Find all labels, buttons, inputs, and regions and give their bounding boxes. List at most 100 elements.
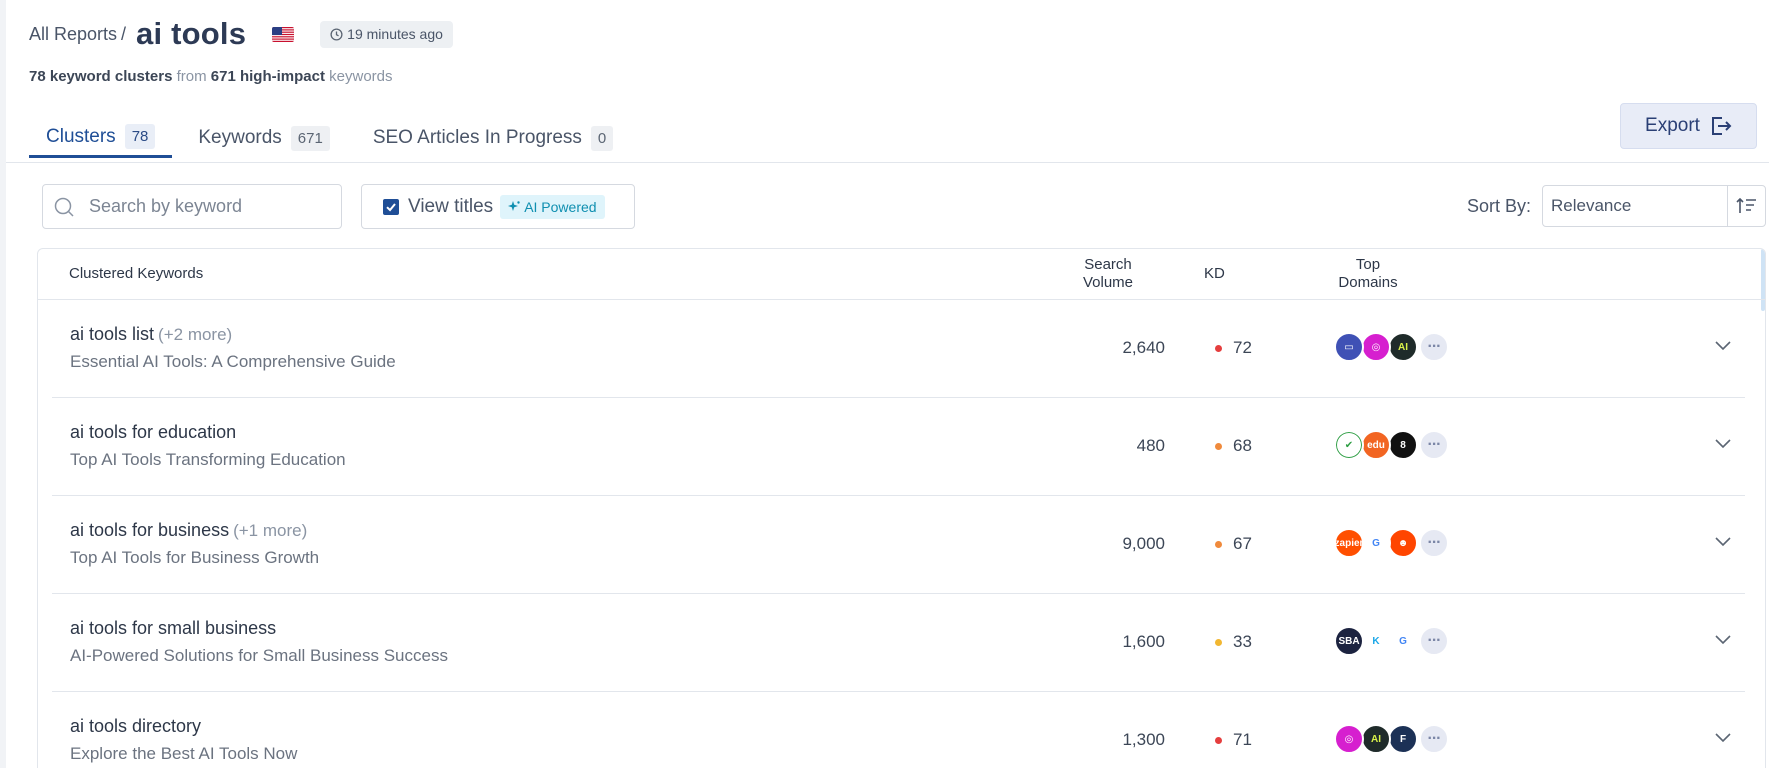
keyword-difficulty: 67 bbox=[1215, 534, 1252, 554]
keyword-difficulty: 72 bbox=[1215, 338, 1252, 358]
domain-favicon-icon[interactable]: F bbox=[1388, 724, 1418, 754]
chevron-down-icon[interactable] bbox=[1715, 730, 1731, 748]
page: All Reports / ai tools 19 minutes ago 78… bbox=[0, 0, 1769, 768]
search-volume: 2,640 bbox=[1122, 338, 1165, 357]
more-keywords-count: (+1 more) bbox=[233, 521, 308, 540]
cluster-keyword[interactable]: ai tools for small business bbox=[70, 618, 280, 639]
table-row[interactable]: ai tools list (+2 more) Essential AI Tools… bbox=[52, 300, 1745, 398]
search-volume: 1,600 bbox=[1122, 632, 1165, 651]
domain-favicon-icon[interactable]: ☻ bbox=[1388, 528, 1418, 558]
export-icon bbox=[1711, 117, 1732, 135]
table-row[interactable]: ai tools for business (+1 more) Top AI Too… bbox=[52, 496, 1745, 594]
cluster-title: Essential AI Tools: A Comprehensive Guid… bbox=[70, 352, 396, 371]
cluster-keyword[interactable]: ai tools for business (+1 more) bbox=[70, 520, 307, 541]
tab-count: 671 bbox=[290, 125, 330, 151]
sort-label: Sort By: bbox=[1467, 196, 1532, 216]
domain-favicon-icon[interactable]: 8 bbox=[1388, 430, 1418, 460]
domain-favicon-icon[interactable]: G bbox=[1388, 626, 1418, 656]
page-title: ai tools bbox=[136, 16, 247, 51]
summary-from: from bbox=[176, 68, 207, 85]
domain-favicon-icon[interactable]: SBA bbox=[1334, 626, 1364, 656]
kd-indicator-dot bbox=[1215, 736, 1222, 744]
keyword-text: ai tools for small business bbox=[70, 618, 277, 638]
table-row[interactable]: ai tools for education Top AI Tools Trans… bbox=[52, 398, 1745, 496]
header-search-volume[interactable]: Search Volume bbox=[1068, 256, 1148, 292]
sort-select[interactable]: Relevance bbox=[1542, 185, 1766, 227]
summary-clusters: 78 keyword clusters bbox=[29, 68, 173, 85]
summary-line: 78 keyword clusters from 671 high-impact… bbox=[29, 68, 393, 85]
chevron-down-icon[interactable] bbox=[1715, 632, 1731, 650]
search-input[interactable] bbox=[89, 196, 319, 217]
tab-divider bbox=[6, 162, 1769, 163]
more-domains-icon[interactable]: ··· bbox=[1419, 528, 1449, 558]
summary-suffix: keywords bbox=[329, 68, 393, 85]
table-row[interactable]: ai tools directory Explore the Best AI To… bbox=[52, 692, 1745, 768]
domain-favicon-icon[interactable]: K bbox=[1361, 626, 1391, 656]
table-row[interactable]: ai tools for small business AI-Powered So… bbox=[52, 594, 1745, 692]
tab-label: Keywords bbox=[198, 127, 282, 148]
header-top-domains-line2: Domains bbox=[1338, 274, 1398, 291]
tab-count: 0 bbox=[590, 125, 614, 151]
domain-favicon-icon[interactable]: AI bbox=[1361, 724, 1391, 754]
view-titles-toggle[interactable]: View titles AI Powered bbox=[361, 184, 635, 229]
top-domains: zapier G ☻ ··· bbox=[1334, 528, 1449, 558]
chevron-down-icon[interactable] bbox=[1715, 534, 1731, 552]
top-domains: ✔ edu 8 ··· bbox=[1334, 430, 1449, 460]
keyword-text: ai tools for business bbox=[70, 520, 230, 540]
kd-value: 33 bbox=[1233, 632, 1252, 651]
kd-indicator-dot bbox=[1215, 540, 1222, 548]
breadcrumb-all-reports[interactable]: All Reports bbox=[29, 24, 117, 45]
top-domains: ◎ AI F ··· bbox=[1334, 724, 1449, 754]
domain-favicon-icon[interactable]: edu bbox=[1361, 430, 1391, 460]
more-domains-icon[interactable]: ··· bbox=[1419, 724, 1449, 754]
keyword-text: ai tools for education bbox=[70, 422, 237, 442]
search-volume: 9,000 bbox=[1122, 534, 1165, 553]
chevron-down-icon[interactable] bbox=[1715, 436, 1731, 454]
cluster-keyword[interactable]: ai tools directory bbox=[70, 716, 205, 737]
kd-value: 72 bbox=[1233, 338, 1252, 357]
tab-keywords[interactable]: Keywords 671 bbox=[181, 118, 346, 158]
breadcrumb-separator: / bbox=[121, 23, 127, 44]
cluster-keyword[interactable]: ai tools list (+2 more) bbox=[70, 324, 232, 345]
keyword-difficulty: 71 bbox=[1215, 730, 1252, 750]
ai-powered-badge: AI Powered bbox=[500, 194, 605, 219]
kd-value: 71 bbox=[1233, 730, 1252, 749]
domain-favicon-icon[interactable]: AI bbox=[1388, 332, 1418, 362]
view-titles-label: View titles bbox=[408, 195, 494, 217]
domain-favicon-icon[interactable]: ◎ bbox=[1361, 332, 1391, 362]
search-icon bbox=[54, 197, 74, 217]
domain-favicon-icon[interactable]: zapier bbox=[1334, 528, 1364, 558]
keyword-difficulty: 68 bbox=[1215, 436, 1252, 456]
view-titles-checkbox[interactable] bbox=[383, 198, 399, 215]
export-button[interactable]: Export bbox=[1620, 103, 1757, 149]
keyword-text: ai tools directory bbox=[70, 716, 202, 736]
header-kd[interactable]: KD bbox=[1204, 265, 1225, 283]
keyword-difficulty: 33 bbox=[1215, 632, 1252, 652]
clock-icon bbox=[330, 27, 343, 41]
sort-direction-button[interactable] bbox=[1727, 186, 1765, 226]
more-keywords-count: (+2 more) bbox=[158, 325, 233, 344]
kd-indicator-dot bbox=[1215, 442, 1222, 450]
tab-label: SEO Articles In Progress bbox=[372, 127, 582, 148]
domain-favicon-icon[interactable]: ◎ bbox=[1334, 724, 1364, 754]
domain-favicon-icon[interactable]: ✔ bbox=[1334, 430, 1364, 460]
more-domains-icon[interactable]: ··· bbox=[1419, 626, 1449, 656]
kd-value: 68 bbox=[1233, 436, 1252, 455]
top-domains: SBA K G ··· bbox=[1334, 626, 1449, 656]
header-search-volume-line2: Volume bbox=[1082, 274, 1134, 291]
summary-keywords: 671 high-impact bbox=[210, 68, 325, 85]
table-header: Clustered Keywords Search Volume KD Top … bbox=[38, 249, 1765, 300]
header-search-volume-line1: Search bbox=[1084, 256, 1132, 273]
domain-favicon-icon[interactable]: G bbox=[1361, 528, 1391, 558]
more-domains-icon[interactable]: ··· bbox=[1419, 430, 1449, 460]
sort-value: Relevance bbox=[1551, 196, 1632, 215]
more-domains-icon[interactable]: ··· bbox=[1419, 332, 1449, 362]
chevron-down-icon[interactable] bbox=[1715, 338, 1731, 356]
clusters-table: Clustered Keywords Search Volume KD Top … bbox=[37, 248, 1766, 768]
tab-clusters[interactable]: Clusters 78 bbox=[29, 118, 173, 158]
cluster-keyword[interactable]: ai tools for education bbox=[70, 422, 240, 443]
domain-favicon-icon[interactable]: ▭ bbox=[1334, 332, 1364, 362]
search-box bbox=[42, 184, 342, 229]
search-volume: 480 bbox=[1136, 436, 1165, 455]
tab-seo-articles[interactable]: SEO Articles In Progress 0 bbox=[356, 118, 630, 158]
